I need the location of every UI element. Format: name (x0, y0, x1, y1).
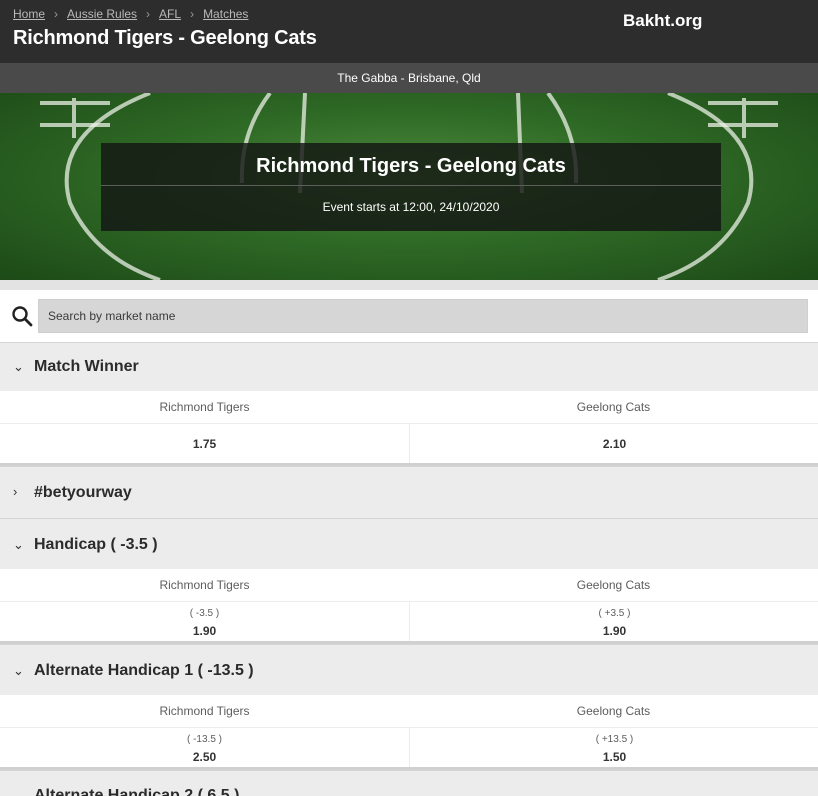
handicap-line: ( +3.5 ) (598, 608, 631, 619)
odds-price: 2.50 (192, 750, 217, 764)
breadcrumb-home[interactable]: Home (13, 7, 45, 21)
selection-name: Richmond Tigers (159, 578, 250, 592)
market-title: #betyourway (34, 484, 132, 501)
chevron-down-icon: ⌄ (13, 663, 24, 678)
chevron-right-icon: › (54, 7, 59, 21)
odds-button-geelong[interactable]: ( +13.5 ) 1.50 (409, 727, 818, 768)
event-start-time: Event starts at 12:00, 24/10/2020 (322, 200, 500, 214)
banner-divider (101, 185, 721, 186)
market-search-input[interactable] (38, 299, 808, 333)
handicap-line: ( -13.5 ) (186, 734, 222, 745)
spacer (0, 280, 818, 290)
chevron-right-icon: › (146, 7, 151, 21)
selection-name: Geelong Cats (576, 704, 651, 718)
breadcrumb-afl[interactable]: AFL (159, 7, 181, 21)
odds-button-geelong[interactable]: 2.10 (409, 423, 818, 464)
chevron-down-icon: ⌄ (13, 359, 24, 374)
odds-button-richmond[interactable]: ( -13.5 ) 2.50 (0, 727, 409, 768)
selection-names-row: Richmond Tigers Geelong Cats (0, 695, 818, 727)
selection-name: Richmond Tigers (159, 704, 250, 718)
breadcrumb-matches[interactable]: Matches (203, 7, 248, 21)
handicap-line: ( -3.5 ) (189, 608, 220, 619)
page-title: Richmond Tigers - Geelong Cats (13, 27, 317, 49)
odds-price: 1.50 (602, 750, 627, 764)
market-header-betyourway[interactable]: › #betyourway (0, 466, 818, 519)
odds-price: 1.90 (192, 624, 217, 638)
market-header-match-winner[interactable]: ⌄ Match Winner (0, 342, 818, 392)
chevron-right-icon: › (13, 484, 18, 499)
event-title: Richmond Tigers - Geelong Cats (256, 155, 566, 177)
selection-names-row: Richmond Tigers Geelong Cats (0, 391, 818, 423)
market-header-alt-handicap-1[interactable]: ⌄ Alternate Handicap 1 ( -13.5 ) (0, 644, 818, 696)
odds-button-richmond[interactable]: ( -3.5 ) 1.90 (0, 601, 409, 642)
odds-button-geelong[interactable]: ( +3.5 ) 1.90 (409, 601, 818, 642)
event-banner: Richmond Tigers - Geelong Cats Event sta… (101, 143, 721, 231)
search-icon[interactable] (11, 305, 33, 327)
chevron-down-icon: ⌄ (13, 537, 24, 552)
odds-price: 1.75 (192, 437, 217, 451)
odds-price: 2.10 (602, 437, 627, 451)
venue-bar: The Gabba - Brisbane, Qld (0, 63, 818, 93)
selection-name: Geelong Cats (576, 400, 651, 414)
selection-name: Geelong Cats (576, 578, 651, 592)
breadcrumb-aussie-rules[interactable]: Aussie Rules (67, 7, 137, 21)
odds-price: 1.90 (602, 624, 627, 638)
selection-name: Richmond Tigers (159, 400, 250, 414)
market-header-handicap[interactable]: ⌄ Handicap ( -3.5 ) (0, 518, 818, 570)
selection-names-row: Richmond Tigers Geelong Cats (0, 569, 818, 601)
odds-button-richmond[interactable]: 1.75 (0, 423, 409, 464)
watermark: Bakht.org (623, 11, 703, 30)
chevron-right-icon: › (190, 7, 195, 21)
market-search-bar (0, 290, 818, 342)
market-title: Alternate Handicap 1 ( -13.5 ) (34, 662, 254, 679)
market-header-alt-handicap-2[interactable]: ⌄ Alternate Handicap 2 ( 6.5 ) (0, 770, 818, 796)
market-title: Handicap ( -3.5 ) (34, 536, 158, 553)
event-hero: Richmond Tigers - Geelong Cats Event sta… (0, 93, 818, 280)
top-header: Home › Aussie Rules › AFL › Matches Rich… (0, 0, 818, 63)
market-title: Match Winner (34, 358, 139, 375)
handicap-line: ( +13.5 ) (595, 734, 634, 745)
breadcrumb: Home › Aussie Rules › AFL › Matches (13, 7, 248, 21)
